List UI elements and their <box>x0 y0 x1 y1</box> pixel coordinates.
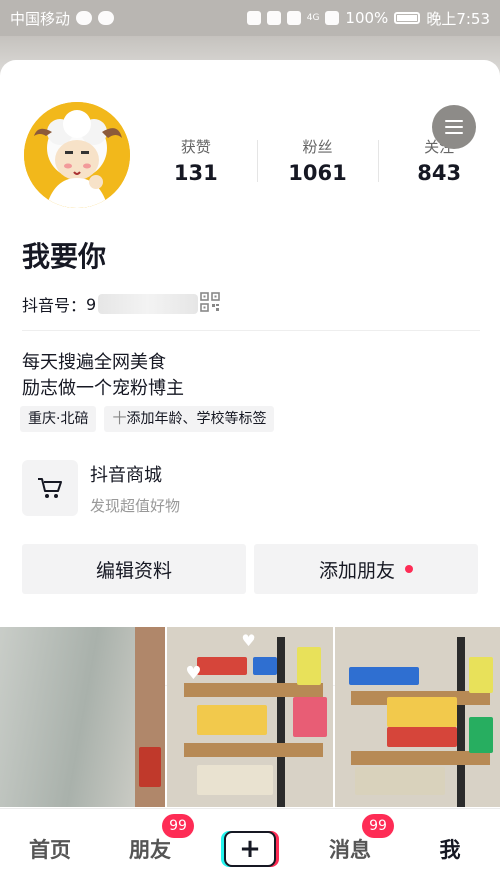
clock: 晚上7:53 <box>426 9 490 28</box>
nav-friends-label: 朋友 <box>129 838 171 862</box>
signal-icon <box>325 11 340 25</box>
video-thumbnail[interactable] <box>334 627 500 807</box>
followers-stat[interactable]: 粉丝 1061 <box>256 136 379 185</box>
stat-value: 843 <box>417 161 462 185</box>
shopping-cart-icon <box>22 460 78 516</box>
edit-profile-label: 编辑资料 <box>95 559 172 582</box>
nav-messages-label: 消息 <box>329 838 371 862</box>
chat-bubble-icon <box>76 11 93 25</box>
avatar[interactable] <box>20 98 134 212</box>
profile-bio: 每天搜遍全网美食 励志做一个宠粉博主 <box>22 350 184 402</box>
avatar-image <box>24 102 130 208</box>
stat-value: 1061 <box>288 161 347 185</box>
stat-value: 131 <box>173 161 218 185</box>
notification-dot <box>405 565 413 573</box>
profile-tags: 重庆·北碚 十添加年龄、学校等标签 <box>20 406 275 432</box>
bio-line: 每天搜遍全网美食 <box>22 352 166 373</box>
nav-friends[interactable]: 朋友 99 <box>100 814 200 864</box>
edit-profile-button[interactable]: 编辑资料 <box>22 544 246 594</box>
qr-code-icon[interactable] <box>200 292 220 312</box>
douyin-id[interactable]: 抖音号： 9 <box>22 292 199 316</box>
nfc-icon <box>246 11 261 25</box>
likes-stat[interactable]: 获赞 131 <box>135 136 257 185</box>
douyin-mall-entry[interactable]: 抖音商城 发现超值好物 <box>22 460 180 516</box>
heart-sticker-icon: ♥ <box>241 631 256 650</box>
douyin-id-value: 9 <box>86 294 97 314</box>
sheep-avatar-illustration <box>24 102 130 208</box>
mute-icon <box>266 11 281 25</box>
add-tag-button[interactable]: 十添加年龄、学校等标签 <box>104 406 275 432</box>
add-friends-label: 添加朋友 <box>318 559 395 582</box>
nav-home[interactable]: 首页 <box>0 834 100 864</box>
add-icon: 十 <box>112 411 127 427</box>
hamburger-menu-button[interactable] <box>432 105 476 149</box>
add-friends-button[interactable]: 添加朋友 <box>254 544 478 594</box>
create-post-button[interactable]: + <box>224 831 276 867</box>
stat-label: 粉丝 <box>302 138 333 156</box>
video-grid: ♥ ♥ <box>0 627 500 807</box>
video-thumbnail[interactable]: ♥ ♥ <box>167 627 333 807</box>
douyin-id-redacted <box>98 294 199 314</box>
nav-me[interactable]: 我 <box>400 834 500 864</box>
menu-line <box>445 120 463 122</box>
network-badge: 4G <box>306 13 320 23</box>
stat-label: 获赞 <box>180 138 211 156</box>
douyin-id-label: 抖音号： <box>22 296 87 315</box>
heart-sticker-icon: ♥ <box>185 663 202 684</box>
menu-line <box>445 126 463 128</box>
location-tag[interactable]: 重庆·北碚 <box>20 406 97 432</box>
messages-badge: 99 <box>362 814 394 838</box>
add-tag-label: 添加年龄、学校等标签 <box>126 411 267 427</box>
nav-messages[interactable]: 消息 99 <box>300 814 400 864</box>
mall-subtitle: 发现超值好物 <box>90 496 181 515</box>
carrier-label: 中国移动 <box>10 9 71 28</box>
battery-percent: 100% <box>345 9 389 27</box>
wechat-icon <box>98 11 115 25</box>
wifi-icon <box>286 11 301 25</box>
bottom-nav: 首页 朋友 99 + 消息 99 我 <box>0 808 500 889</box>
profile-nickname: 我要你 <box>22 240 107 273</box>
battery-icon <box>394 12 421 24</box>
divider <box>22 330 480 331</box>
friends-badge: 99 <box>162 814 194 838</box>
mall-title: 抖音商城 <box>90 464 162 486</box>
status-bar: 中国移动 4G 100% 晚上7:53 <box>0 0 500 36</box>
bio-line: 励志做一个宠粉博主 <box>22 378 184 399</box>
menu-line <box>445 132 463 134</box>
video-thumbnail[interactable] <box>0 627 166 807</box>
